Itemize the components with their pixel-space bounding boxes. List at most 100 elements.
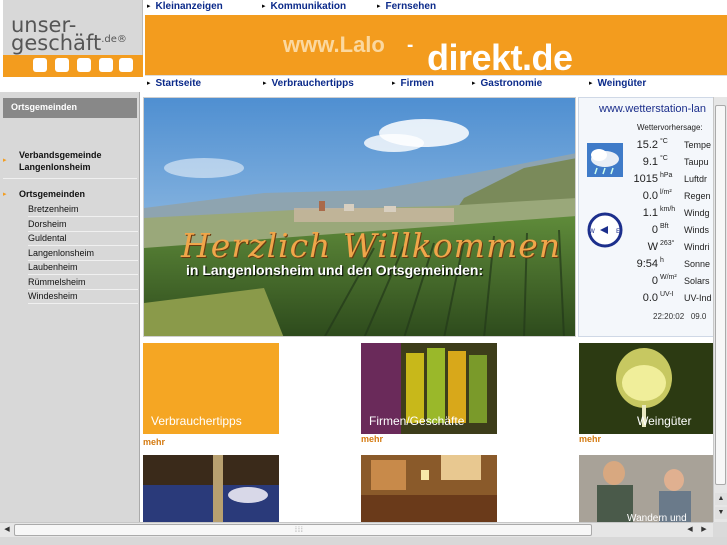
weather-label: Taupu [684, 157, 709, 167]
weather-unit: Bft [660, 223, 669, 230]
weather-value: 0 [651, 275, 658, 287]
horizontal-scrollbar[interactable]: ◀ ⁞⁞⁞ ◀ ▶ [0, 522, 713, 537]
site-logo[interactable]: unser- geschäft.de® [3, 0, 143, 77]
nav-label: Gastronomie [480, 78, 543, 89]
sidebar-item-verbandsgemeinde[interactable]: Verbandsgemeinde Langenlonsheim [19, 149, 102, 173]
tile-caption: Wandern und [627, 513, 687, 522]
sidebar-item-laubenheim[interactable]: Laubenheim [28, 261, 138, 275]
weather-label: Regen [684, 191, 711, 201]
tile-unterkunft[interactable] [361, 455, 497, 522]
nav-label: Firmen [400, 78, 434, 89]
weather-label: Luftdr [684, 174, 708, 184]
nav-firmen[interactable]: ▸ Firmen [392, 78, 434, 89]
more-link-weingueter[interactable]: mehr [579, 434, 601, 444]
figure-icon [99, 58, 113, 72]
weather-unit: UV-I [660, 291, 674, 298]
weather-row-rain: 0.0 l/m² Regen [579, 189, 714, 205]
weather-value: 0 [651, 224, 658, 236]
scroll-left-icon[interactable]: ◀ [1, 524, 13, 536]
tile-weingueter[interactable]: Weingüter [579, 343, 715, 434]
weather-timestamp: 22:20:02 09.0 [653, 312, 706, 321]
nav-arrow-icon: ▸ [472, 80, 476, 87]
tile-firmen[interactable]: Firmen/Geschäfte [361, 343, 497, 434]
scroll-down-icon[interactable]: ▼ [715, 507, 727, 519]
scroll-right-icon[interactable]: ▶ [698, 524, 710, 536]
nav-arrow-icon: ▸ [262, 3, 266, 10]
scroll-up-icon[interactable]: ▲ [715, 493, 727, 505]
weather-row-dewpoint: 9.1 °C Taupu [579, 155, 714, 171]
banner-www: www.Lalo [283, 32, 385, 57]
logo-line2: geschäft.de® [11, 31, 127, 55]
weather-label: Windg [684, 208, 710, 218]
weather-label: Winds [684, 225, 710, 235]
hikers-image [579, 455, 715, 522]
weather-row-uv: 0.0 UV-I UV-Ind [579, 291, 714, 307]
tile-verbrauchertipps[interactable]: Verbrauchertipps [143, 343, 279, 434]
banner: www.Lalo - direkt.de [145, 15, 727, 78]
nav-weingueter[interactable]: ▸ Weingüter [589, 78, 646, 89]
weather-unit: W/m² [660, 274, 677, 281]
weather-row-solar: 0 W/m² Solars [579, 274, 714, 290]
weather-widget[interactable]: www.wetterstation-lan Wettervorhersage: … [578, 97, 715, 337]
figure-icon [55, 58, 69, 72]
nav-arrow-icon: ▸ [392, 80, 396, 87]
nav-verbrauchertipps[interactable]: ▸ Verbrauchertipps [263, 78, 354, 89]
vineyard-landscape-image [144, 98, 575, 336]
weather-value: 0.0 [642, 292, 658, 304]
main-nav: ▸ Startseite ▸ Verbrauchertipps ▸ Firmen ▸ G… [145, 77, 727, 92]
sidebar-item-ruemmelsheim[interactable]: Rümmelsheim [28, 276, 138, 290]
divider [3, 178, 137, 179]
hero-title: Herzlich Willkommen [181, 226, 562, 265]
weather-forecast-label: Wettervorhersage: [637, 123, 703, 132]
nav-label: Weingüter [597, 78, 647, 89]
scroll-left-icon[interactable]: ◀ [684, 524, 696, 536]
more-link-firmen[interactable]: mehr [361, 434, 383, 444]
nav-label: Kommunikation [270, 1, 347, 12]
weather-date: 09.0 [690, 312, 707, 321]
sidebar-item-bretzenheim[interactable]: Bretzenheim [28, 203, 138, 217]
nav-arrow-icon: ▸ [589, 80, 593, 87]
vertical-scroll-thumb[interactable] [715, 105, 726, 485]
sidebar-item-ortsgemeinden[interactable]: Ortsgemeinden [19, 188, 85, 200]
tile-caption: Firmen/Geschäfte [369, 414, 465, 428]
horizontal-scroll-thumb[interactable]: ⁞⁞⁞ [14, 524, 592, 536]
nav-startseite[interactable]: ▸ Startseite [147, 78, 201, 89]
weather-unit: h [660, 257, 664, 264]
weather-row-sunshine: 9:54 h Sonne [579, 257, 714, 273]
sidebar-item-langenlonsheim[interactable]: Langenlonsheim [28, 247, 138, 261]
figure-icon [77, 58, 91, 72]
weather-value: 0.0 [642, 190, 658, 202]
vertical-scrollbar[interactable]: ▲ ▼ [713, 97, 727, 522]
sidebar: Ortsgemeinden ▸ Verbandsgemeinde Langenl… [0, 92, 140, 522]
sidebar-item-dorsheim[interactable]: Dorsheim [28, 218, 138, 232]
weather-unit: °C [660, 138, 668, 145]
sidebar-item-label: Langenlonsheim [19, 162, 91, 172]
sidebar-item-label: Verbandsgemeinde [19, 150, 102, 160]
nav-kleinanzeigen[interactable]: ▸ Kleinanzeigen [147, 1, 223, 12]
weather-value: 9:54 [636, 258, 658, 270]
nav-label: Startseite [155, 78, 202, 89]
weather-row-winddir: W 263° Windri [579, 240, 714, 256]
sidebar-item-windesheim[interactable]: Windesheim [28, 290, 138, 304]
nav-kommunikation[interactable]: ▸ Kommunikation [262, 1, 346, 12]
nav-label: Verbrauchertipps [271, 78, 354, 89]
hotel-room-image [361, 455, 497, 522]
banner-direkt: direkt.de [427, 37, 573, 78]
weather-value: 1.1 [642, 207, 658, 219]
tile-gastronomie[interactable] [143, 455, 279, 522]
more-link-verbrauchertipps[interactable]: mehr [143, 437, 165, 447]
logo-figures-strip [3, 55, 143, 77]
tile-caption: Verbrauchertipps [151, 414, 242, 428]
sidebar-item-guldental[interactable]: Guldental [28, 232, 138, 246]
restaurant-table-image [143, 455, 279, 522]
scroll-grip-icon: ⁞⁞⁞ [295, 527, 304, 534]
nav-fernsehen[interactable]: ▸ Fernsehen [377, 1, 436, 12]
hero-subtitle: in Langenlonsheim und den Ortsgemeinden: [186, 262, 484, 278]
tile-wandern[interactable]: Wandern und [579, 455, 715, 522]
logo-reg: ® [116, 34, 127, 45]
weather-unit: hPa [660, 172, 673, 179]
weather-station-link[interactable]: www.wetterstation-lan [599, 103, 706, 115]
weather-row-windspeed: 1.1 km/h Windg [579, 206, 714, 222]
logo-tld-text: .de [101, 34, 117, 45]
nav-gastronomie[interactable]: ▸ Gastronomie [472, 78, 542, 89]
